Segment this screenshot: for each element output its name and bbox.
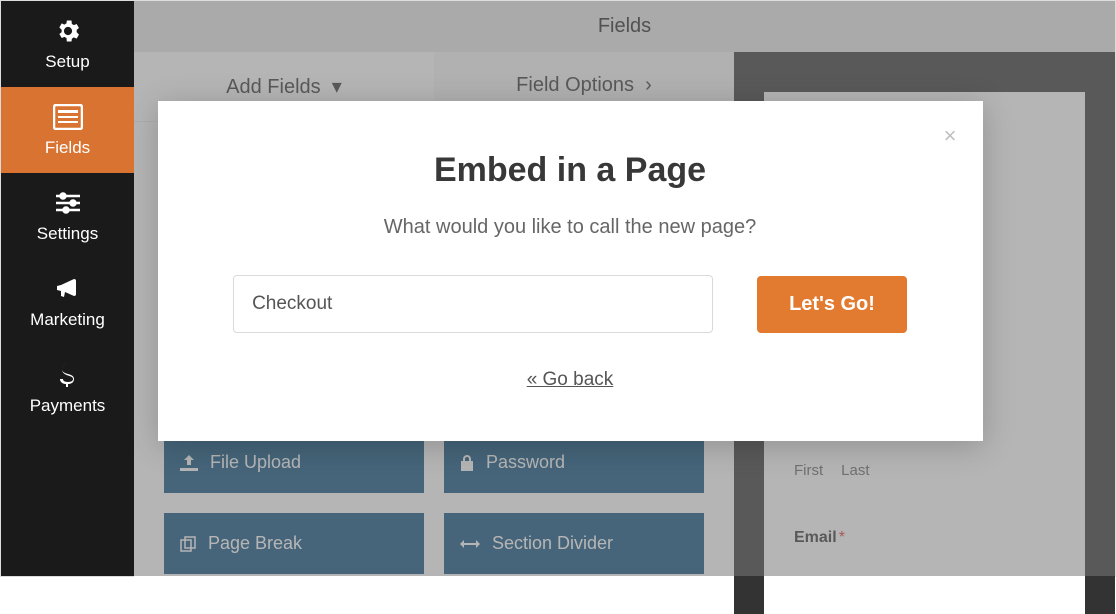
- sidebar-item-marketing[interactable]: Marketing: [1, 259, 134, 345]
- modal-form: Let's Go!: [218, 275, 923, 333]
- close-icon[interactable]: ×: [944, 123, 957, 149]
- dollar-icon: [53, 360, 83, 390]
- sidebar-label: Settings: [37, 224, 98, 244]
- sidebar-item-fields[interactable]: Fields: [1, 87, 134, 173]
- page-name-input[interactable]: [233, 275, 713, 333]
- sidebar-label: Fields: [45, 138, 90, 158]
- sidebar-item-setup[interactable]: Setup: [1, 1, 134, 87]
- modal-overlay[interactable]: × Embed in a Page What would you like to…: [1, 1, 1115, 576]
- sidebar-label: Payments: [30, 396, 106, 416]
- modal-subtitle: What would you like to call the new page…: [218, 216, 923, 239]
- sidebar-label: Setup: [45, 52, 89, 72]
- sidebar-item-settings[interactable]: Settings: [1, 173, 134, 259]
- go-back-link[interactable]: « Go back: [218, 369, 923, 391]
- lets-go-button[interactable]: Let's Go!: [757, 276, 907, 333]
- sidebar-item-payments[interactable]: Payments: [1, 345, 134, 431]
- sliders-icon: [53, 188, 83, 218]
- embed-modal: × Embed in a Page What would you like to…: [158, 101, 983, 441]
- bullhorn-icon: [53, 274, 83, 304]
- sidebar-label: Marketing: [30, 310, 105, 330]
- gear-icon: [53, 16, 83, 46]
- sidebar: Setup Fields Settings Marketing Payments: [1, 1, 134, 576]
- modal-title: Embed in a Page: [218, 151, 923, 190]
- form-icon: [53, 102, 83, 132]
